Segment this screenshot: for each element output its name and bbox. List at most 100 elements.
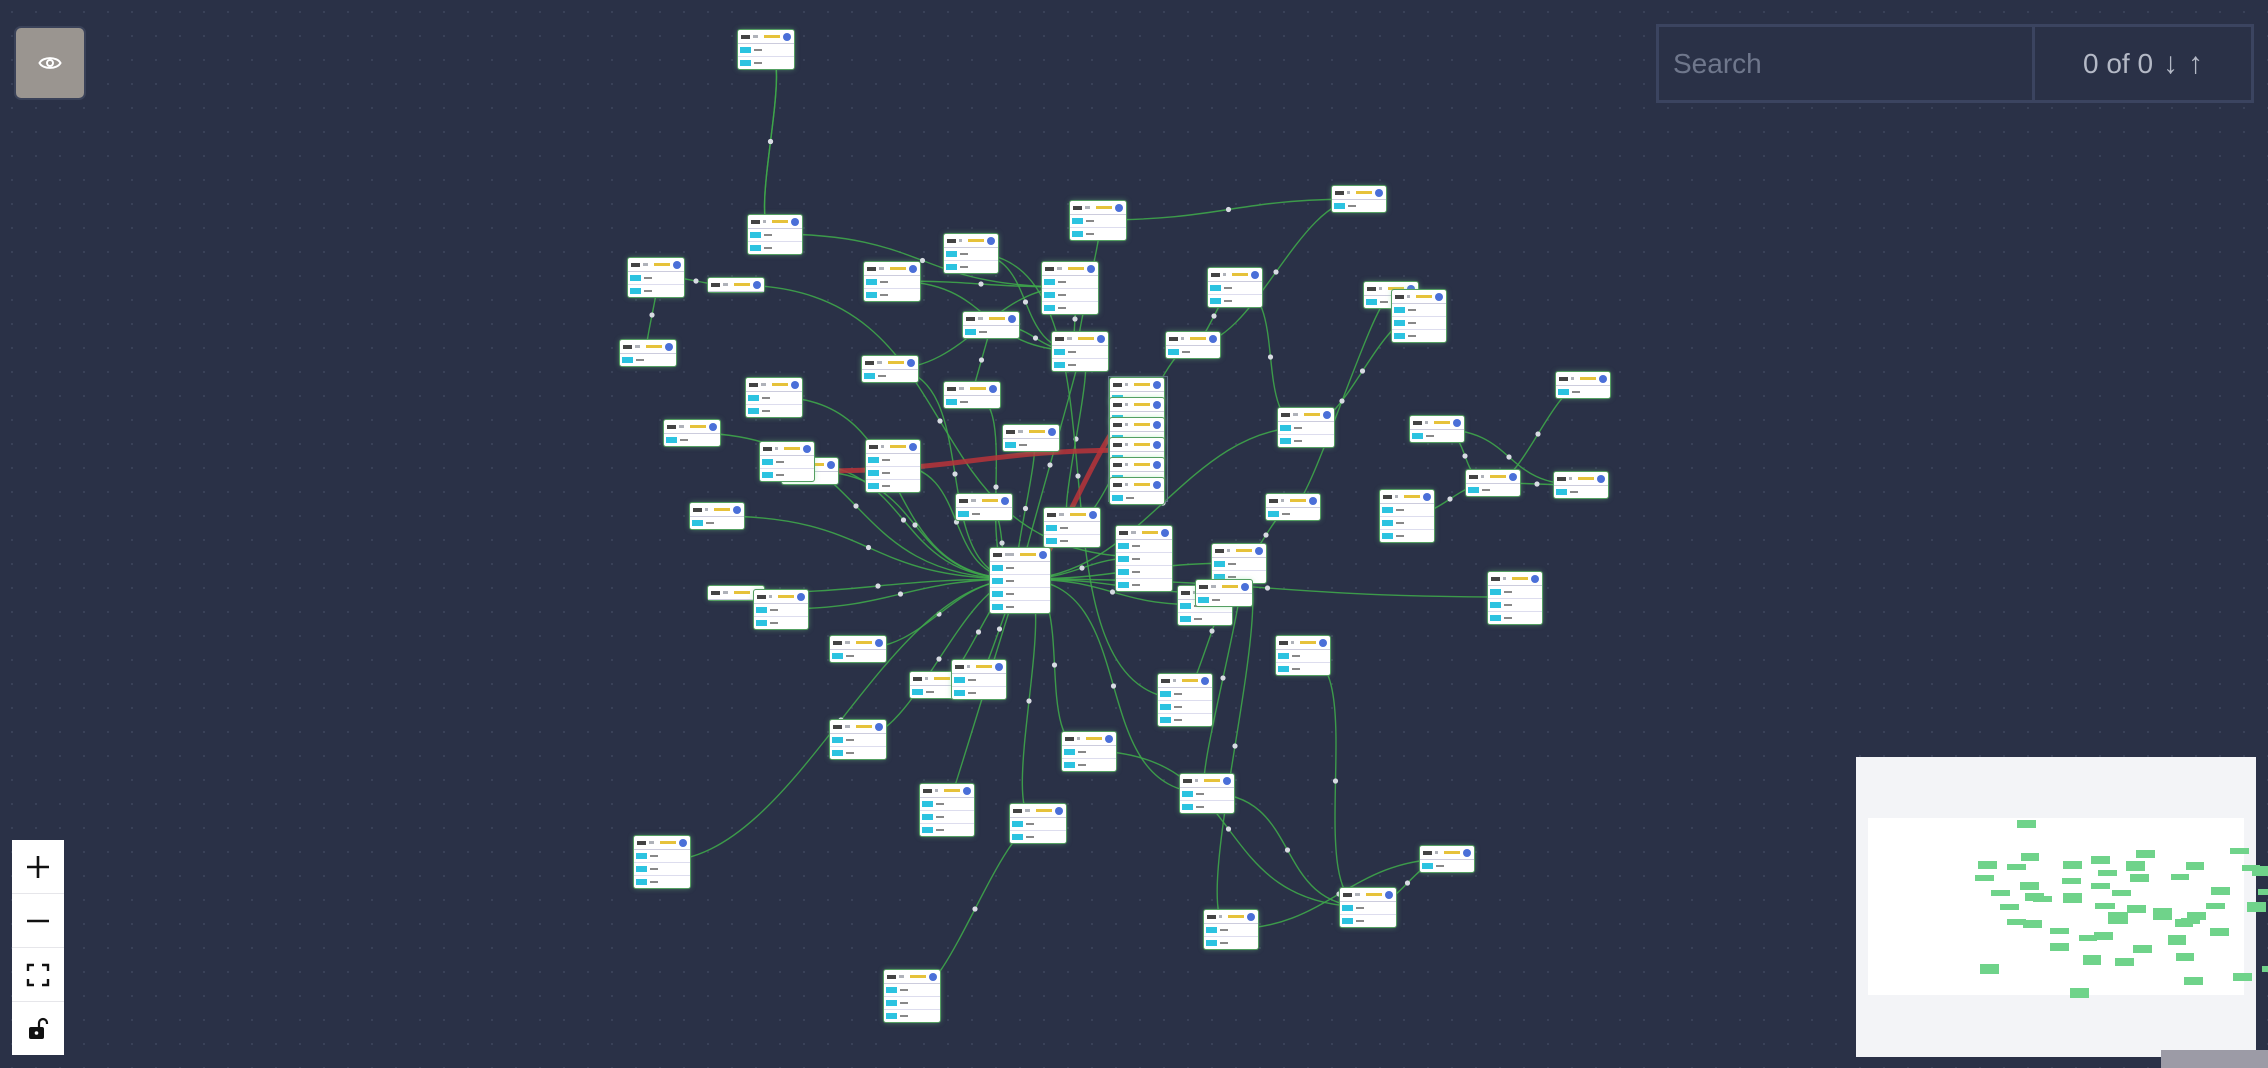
minimap[interactable] xyxy=(1856,757,2268,1057)
graph-node[interactable] xyxy=(1420,846,1474,872)
graph-node[interactable] xyxy=(1266,494,1320,520)
node-settings-icon[interactable] xyxy=(1385,890,1393,899)
graph-node[interactable] xyxy=(884,970,940,1022)
node-port[interactable] xyxy=(1166,346,1220,358)
edge-midpoint-handle[interactable] xyxy=(1535,431,1541,437)
node-port[interactable] xyxy=(1042,276,1098,289)
node-settings-icon[interactable] xyxy=(989,384,997,393)
node-settings-icon[interactable] xyxy=(929,972,937,981)
node-port[interactable] xyxy=(1158,714,1212,726)
node-port[interactable] xyxy=(1010,818,1066,831)
node-settings-icon[interactable] xyxy=(1153,420,1161,429)
node-settings-icon[interactable] xyxy=(1039,550,1047,559)
edge-midpoint-handle[interactable] xyxy=(1359,368,1366,374)
node-port[interactable] xyxy=(1340,915,1396,927)
edge-midpoint-handle[interactable] xyxy=(1225,826,1232,832)
node-port[interactable] xyxy=(634,863,690,876)
node-port[interactable] xyxy=(1042,289,1098,302)
graph-node[interactable] xyxy=(866,440,920,492)
edge-midpoint-handle[interactable] xyxy=(853,503,859,509)
node-settings-icon[interactable] xyxy=(909,264,917,273)
edge-midpoint-handle[interactable] xyxy=(1110,683,1117,689)
node-port[interactable] xyxy=(952,687,1006,699)
node-port[interactable] xyxy=(1488,599,1542,612)
node-settings-icon[interactable] xyxy=(1251,270,1259,279)
graph-node[interactable] xyxy=(708,278,764,292)
toggle-interactivity-button[interactable] xyxy=(12,1002,64,1055)
node-port[interactable] xyxy=(1278,422,1334,435)
node-settings-icon[interactable] xyxy=(1115,203,1123,212)
node-port[interactable] xyxy=(620,354,676,366)
edge-midpoint-handle[interactable] xyxy=(1284,847,1291,853)
node-settings-icon[interactable] xyxy=(1375,188,1383,197)
edge-midpoint-handle[interactable] xyxy=(649,312,655,318)
node-port[interactable] xyxy=(738,44,794,57)
node-port[interactable] xyxy=(1062,759,1116,771)
node-port[interactable] xyxy=(1070,215,1126,228)
edge-midpoint-handle[interactable] xyxy=(1032,335,1039,341)
node-port[interactable] xyxy=(1178,613,1232,625)
arrow-down-icon[interactable]: ↓ xyxy=(2163,47,2178,81)
graph-node[interactable] xyxy=(748,215,802,254)
graph-node[interactable] xyxy=(1488,572,1542,624)
edge-midpoint-handle[interactable] xyxy=(1225,206,1232,213)
node-settings-icon[interactable] xyxy=(1323,410,1331,419)
node-settings-icon[interactable] xyxy=(1319,638,1327,647)
graph-node[interactable] xyxy=(628,258,684,297)
edge-midpoint-handle[interactable] xyxy=(1339,398,1345,404)
graph-node[interactable] xyxy=(1556,372,1610,398)
edge-midpoint-handle[interactable] xyxy=(1109,589,1116,595)
node-port[interactable] xyxy=(1488,612,1542,624)
node-port[interactable] xyxy=(1556,386,1610,398)
node-port[interactable] xyxy=(884,984,940,997)
graph-node[interactable] xyxy=(1340,888,1396,927)
node-port[interactable] xyxy=(830,747,886,759)
node-port[interactable] xyxy=(1392,317,1446,330)
node-port[interactable] xyxy=(1204,924,1258,937)
graph-node[interactable] xyxy=(990,548,1050,613)
node-settings-icon[interactable] xyxy=(875,722,883,731)
node-settings-icon[interactable] xyxy=(797,592,805,601)
node-settings-icon[interactable] xyxy=(1309,496,1317,505)
graph-node[interactable] xyxy=(1332,186,1386,212)
visibility-toggle-button[interactable] xyxy=(14,26,86,100)
node-port[interactable] xyxy=(990,588,1050,601)
node-settings-icon[interactable] xyxy=(673,260,681,269)
edge-midpoint-handle[interactable] xyxy=(912,522,918,528)
graph-node[interactable] xyxy=(944,382,1000,408)
edge-midpoint-handle[interactable] xyxy=(1462,453,1468,459)
node-port[interactable] xyxy=(1180,788,1234,801)
edge-midpoint-handle[interactable] xyxy=(1263,532,1269,538)
node-port[interactable] xyxy=(830,650,886,662)
node-port[interactable] xyxy=(1052,346,1108,359)
graph-node[interactable] xyxy=(963,312,1019,338)
node-port[interactable] xyxy=(1392,330,1446,342)
edge-midpoint-handle[interactable] xyxy=(919,257,926,264)
edge-midpoint-handle[interactable] xyxy=(1211,313,1217,319)
node-port[interactable] xyxy=(1340,902,1396,915)
graph-node[interactable] xyxy=(746,378,802,417)
node-settings-icon[interactable] xyxy=(1453,418,1461,427)
node-settings-icon[interactable] xyxy=(1241,582,1249,591)
edge-midpoint-handle[interactable] xyxy=(996,626,1003,632)
node-settings-icon[interactable] xyxy=(827,460,835,469)
graph-node[interactable] xyxy=(664,420,720,446)
graph-node[interactable] xyxy=(1052,332,1108,371)
edge-midpoint-handle[interactable] xyxy=(1232,743,1238,749)
node-port[interactable] xyxy=(1204,937,1258,949)
node-port[interactable] xyxy=(866,454,920,467)
node-settings-icon[interactable] xyxy=(995,662,1003,671)
node-port[interactable] xyxy=(1116,579,1172,591)
node-port[interactable] xyxy=(1116,553,1172,566)
node-settings-icon[interactable] xyxy=(791,380,799,389)
node-settings-icon[interactable] xyxy=(987,236,995,245)
node-port[interactable] xyxy=(862,370,918,382)
node-settings-icon[interactable] xyxy=(1223,776,1231,785)
node-port[interactable] xyxy=(1554,486,1608,498)
edge-midpoint-handle[interactable] xyxy=(875,583,881,589)
node-port[interactable] xyxy=(1276,663,1330,675)
graph-node[interactable] xyxy=(1110,478,1164,504)
node-settings-icon[interactable] xyxy=(1153,380,1161,389)
graph-node[interactable] xyxy=(1410,416,1464,442)
graph-node[interactable] xyxy=(830,636,886,662)
